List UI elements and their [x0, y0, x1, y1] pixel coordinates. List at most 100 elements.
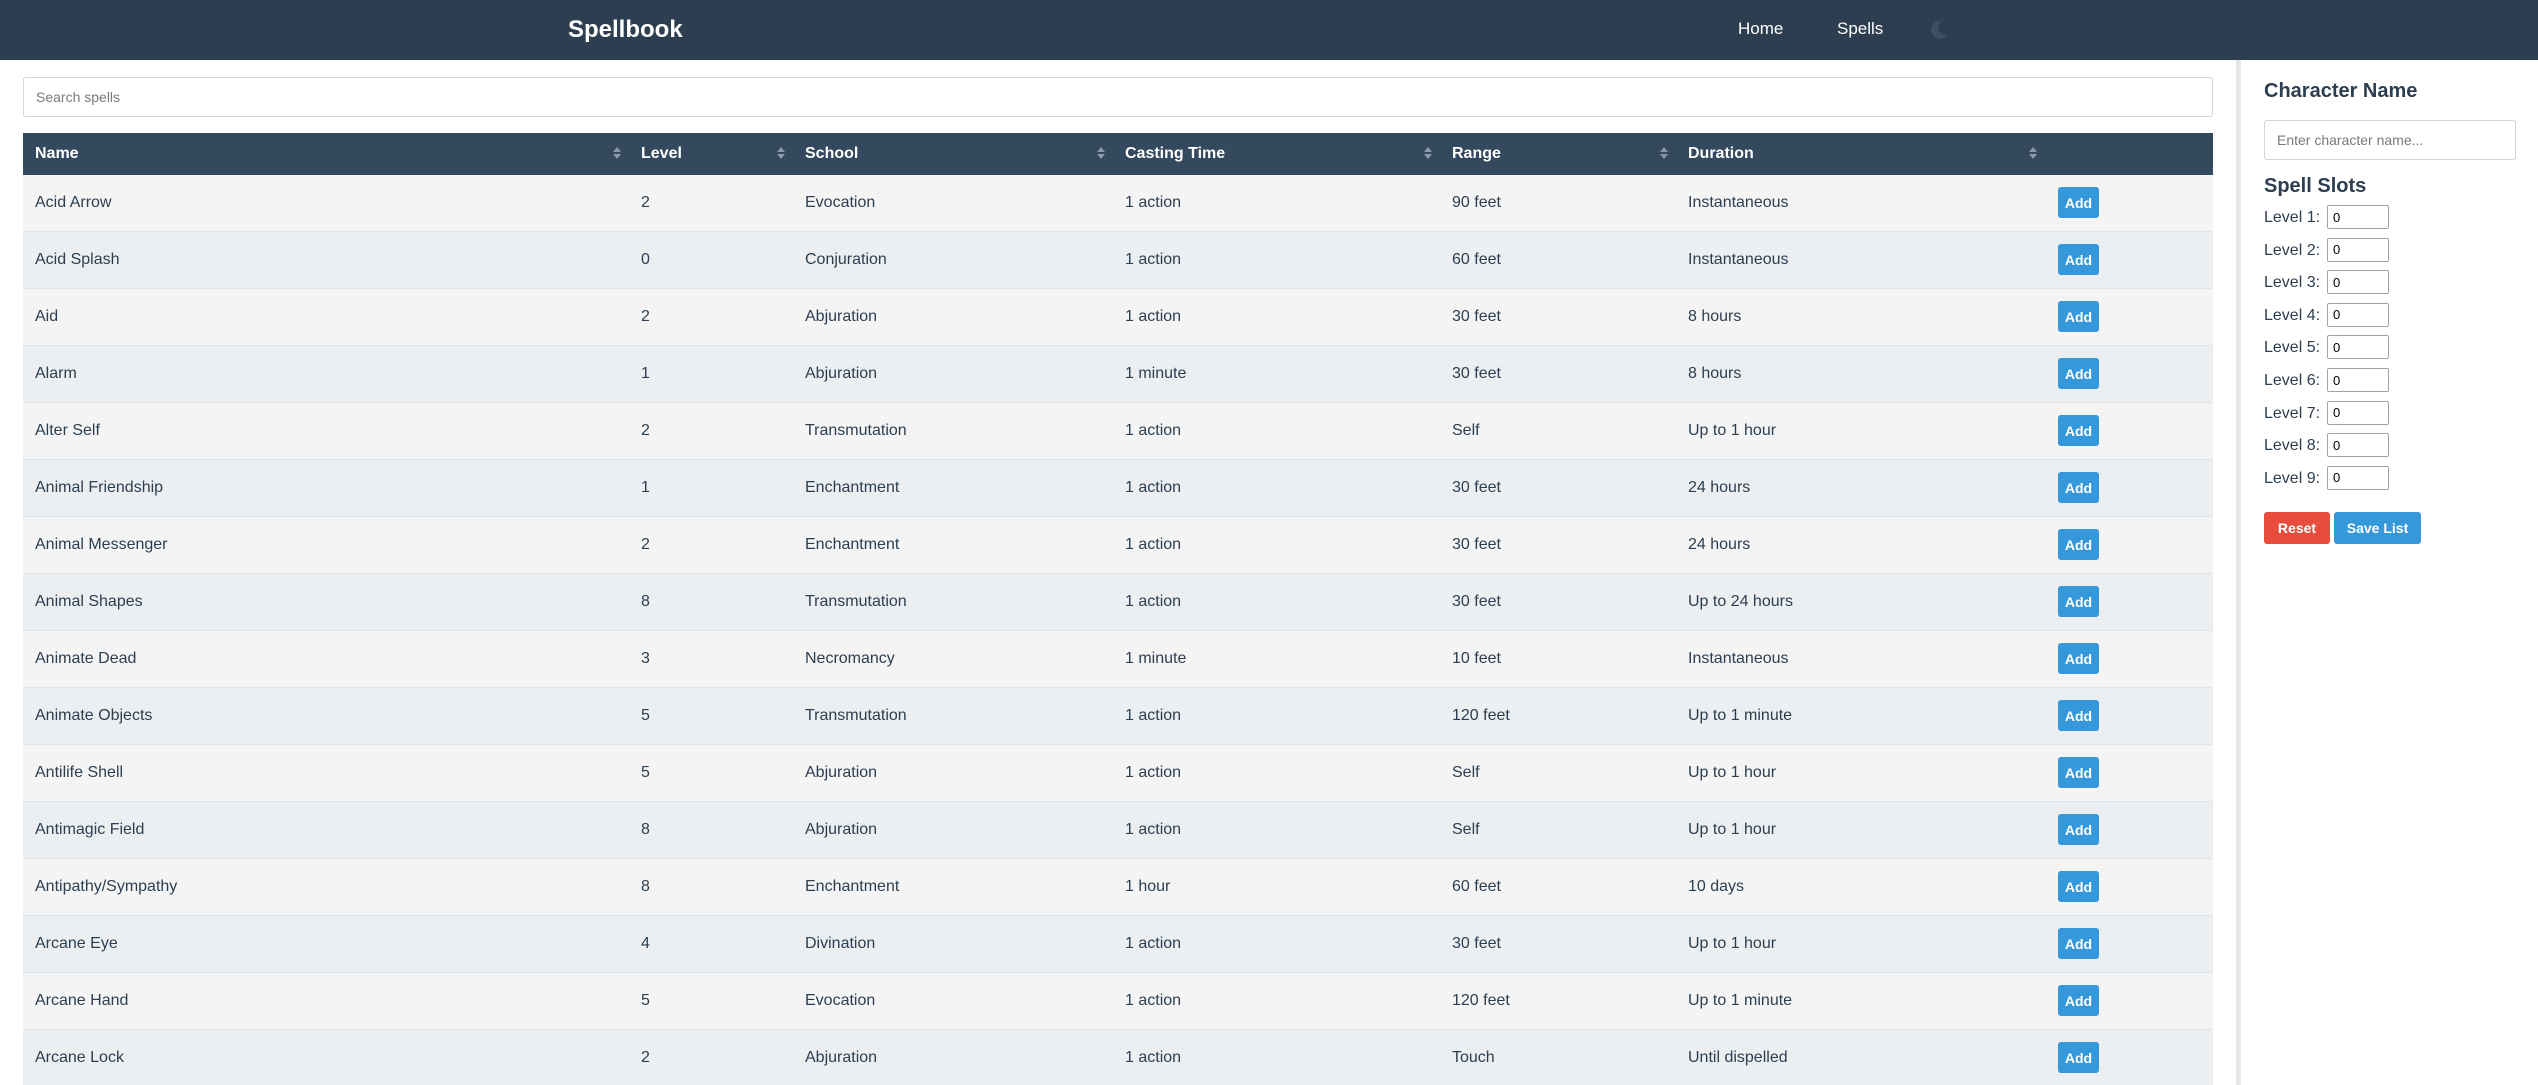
add-spell-button[interactable]: Add — [2058, 586, 2099, 617]
add-spell-button[interactable]: Add — [2058, 415, 2099, 446]
spell-casting-time: 1 action — [1125, 536, 1182, 553]
header-name[interactable]: Name — [23, 133, 79, 175]
sort-icon[interactable] — [613, 145, 621, 161]
spell-casting-time: 1 action — [1125, 992, 1182, 1009]
spell-range: Self — [1452, 764, 1480, 781]
slot-input[interactable] — [2327, 433, 2389, 458]
table-header: Name Level School Casting Time Range Dur… — [23, 133, 2213, 175]
header-school[interactable]: School — [793, 133, 858, 175]
spell-table: Name Level School Casting Time Range Dur… — [23, 133, 2213, 1085]
add-spell-button[interactable]: Add — [2058, 757, 2099, 788]
slot-input[interactable] — [2327, 302, 2389, 327]
spell-casting-time: 1 minute — [1125, 365, 1187, 382]
search-input[interactable] — [23, 77, 2213, 117]
spell-name: Alarm — [35, 365, 77, 382]
character-name-input[interactable] — [2264, 120, 2516, 160]
nav-spells-link[interactable]: Spells — [1837, 18, 1883, 40]
spell-level: 4 — [641, 935, 650, 952]
spell-level: 2 — [641, 1049, 650, 1066]
add-spell-button[interactable]: Add — [2058, 358, 2099, 389]
spell-level: 5 — [641, 707, 650, 724]
nav-home-link[interactable]: Home — [1738, 18, 1783, 40]
spell-name: Animate Dead — [35, 650, 137, 667]
spell-duration: Up to 1 hour — [1688, 422, 1777, 439]
slot-input[interactable] — [2327, 400, 2389, 425]
spell-name: Antilife Shell — [35, 764, 124, 781]
reset-button[interactable]: Reset — [2264, 512, 2330, 544]
header-level[interactable]: Level — [629, 133, 682, 175]
add-spell-button[interactable]: Add — [2058, 301, 2099, 332]
sort-icon[interactable] — [1660, 145, 1668, 161]
table-body: Acid Arrow 2 Evocation 1 action 90 feet Insta… — [23, 175, 2213, 1085]
sort-icon[interactable] — [1097, 145, 1105, 161]
header-range[interactable]: Range — [1440, 133, 1501, 175]
table-row: Animate Objects 5 Transmutation 1 action 120… — [23, 688, 2213, 745]
add-spell-button[interactable]: Add — [2058, 985, 2099, 1016]
slot-input[interactable] — [2327, 368, 2389, 392]
sort-icon[interactable] — [777, 145, 785, 161]
add-spell-button[interactable]: Add — [2058, 472, 2099, 503]
app-title[interactable]: Spellbook — [568, 15, 683, 45]
spell-level: 8 — [641, 593, 650, 610]
spell-name: Animal Messenger — [35, 536, 168, 553]
spell-duration: Until dispelled — [1688, 1049, 1788, 1066]
spell-name: Antipathy/Sympathy — [35, 878, 178, 895]
add-spell-button[interactable]: Add — [2058, 814, 2099, 845]
spell-level: 8 — [641, 878, 650, 895]
table-row: Antilife Shell 5 Abjuration 1 action Self Up … — [23, 745, 2213, 802]
header-casting-time[interactable]: Casting Time — [1113, 133, 1225, 175]
table-row: Acid Splash 0 Conjuration 1 action 60 feet In… — [23, 232, 2213, 289]
add-spell-button[interactable]: Add — [2058, 187, 2099, 218]
spell-duration: Up to 1 hour — [1688, 764, 1777, 781]
spell-level: 5 — [641, 992, 650, 1009]
add-spell-button[interactable]: Add — [2058, 1042, 2099, 1073]
add-spell-button[interactable]: Add — [2058, 928, 2099, 959]
spell-school: Enchantment — [805, 479, 900, 496]
slot-input[interactable] — [2327, 270, 2389, 295]
add-spell-button[interactable]: Add — [2058, 529, 2099, 560]
spell-casting-time: 1 action — [1125, 935, 1182, 952]
table-row: Animate Dead 3 Necromancy 1 minute 10 feet In… — [23, 631, 2213, 688]
spell-name: Arcane Eye — [35, 935, 118, 952]
spell-list-panel: Name Level School Casting Time Range Dur… — [0, 60, 2236, 1085]
spell-casting-time: 1 action — [1125, 194, 1182, 211]
slot-label: Level 3: — [2264, 274, 2321, 292]
spell-school: Evocation — [805, 992, 876, 1009]
add-spell-button[interactable]: Add — [2058, 244, 2099, 275]
add-spell-button[interactable]: Add — [2058, 643, 2099, 674]
spell-duration: Instantaneous — [1688, 650, 1789, 667]
spell-name: Alter Self — [35, 422, 100, 439]
spell-school: Abjuration — [805, 764, 878, 781]
spell-casting-time: 1 action — [1125, 707, 1182, 724]
sort-icon[interactable] — [2029, 145, 2037, 161]
spell-duration: 8 hours — [1688, 308, 1742, 325]
slot-label: Level 4: — [2264, 306, 2321, 324]
spell-range: 10 feet — [1452, 650, 1501, 667]
slot-input[interactable] — [2327, 237, 2389, 262]
header-duration[interactable]: Duration — [1676, 133, 1754, 175]
spell-range: Touch — [1452, 1049, 1495, 1066]
moon-icon[interactable] — [1928, 19, 1950, 41]
add-spell-button[interactable]: Add — [2058, 871, 2099, 902]
table-row: Antimagic Field 8 Abjuration 1 action Self Up… — [23, 802, 2213, 859]
save-list-button[interactable]: Save List — [2334, 512, 2421, 544]
slot-input[interactable] — [2327, 465, 2389, 490]
add-spell-button[interactable]: Add — [2058, 700, 2099, 731]
spell-name: Aid — [35, 308, 59, 325]
slot-input[interactable] — [2327, 335, 2389, 360]
spell-casting-time: 1 action — [1125, 308, 1182, 325]
spell-level: 2 — [641, 536, 650, 553]
spell-duration: Up to 1 hour — [1688, 821, 1777, 838]
table-row: Antipathy/Sympathy 8 Enchantment 1 hour 60 f… — [23, 859, 2213, 916]
spell-duration: Up to 1 hour — [1688, 935, 1777, 952]
spell-casting-time: 1 action — [1125, 764, 1182, 781]
character-name-heading: Character Name — [2264, 80, 2418, 102]
table-row: Arcane Lock 2 Abjuration 1 action Touch Until… — [23, 1030, 2213, 1085]
spell-range: 90 feet — [1452, 194, 1501, 211]
spell-level: 1 — [641, 479, 650, 496]
spell-school: Transmutation — [805, 593, 907, 610]
sort-icon[interactable] — [1424, 145, 1432, 161]
spell-casting-time: 1 action — [1125, 1049, 1182, 1066]
spell-school: Evocation — [805, 194, 876, 211]
slot-input[interactable] — [2327, 205, 2389, 229]
